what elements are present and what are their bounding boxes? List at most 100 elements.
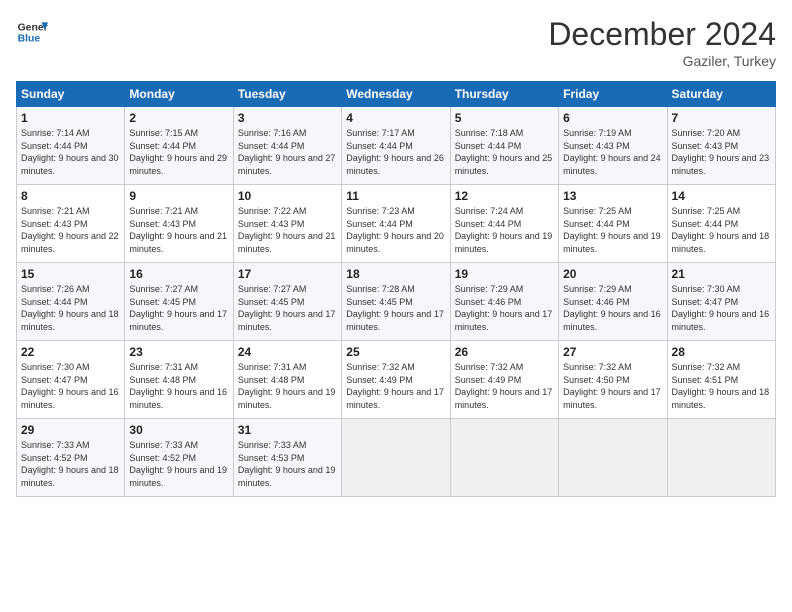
weekday-header-monday: Monday [125,82,233,107]
day-info: Sunrise: 7:24 AMSunset: 4:44 PMDaylight:… [455,206,553,254]
day-number: 31 [238,423,337,437]
calendar-cell: 7 Sunrise: 7:20 AMSunset: 4:43 PMDayligh… [667,107,775,185]
day-info: Sunrise: 7:14 AMSunset: 4:44 PMDaylight:… [21,128,119,176]
calendar-week-2: 8 Sunrise: 7:21 AMSunset: 4:43 PMDayligh… [17,185,776,263]
calendar-cell: 1 Sunrise: 7:14 AMSunset: 4:44 PMDayligh… [17,107,125,185]
calendar-cell: 10 Sunrise: 7:22 AMSunset: 4:43 PMDaylig… [233,185,341,263]
day-number: 12 [455,189,554,203]
day-info: Sunrise: 7:29 AMSunset: 4:46 PMDaylight:… [563,284,661,332]
day-number: 13 [563,189,662,203]
day-info: Sunrise: 7:33 AMSunset: 4:52 PMDaylight:… [129,440,227,488]
day-info: Sunrise: 7:18 AMSunset: 4:44 PMDaylight:… [455,128,553,176]
day-info: Sunrise: 7:25 AMSunset: 4:44 PMDaylight:… [672,206,770,254]
day-info: Sunrise: 7:29 AMSunset: 4:46 PMDaylight:… [455,284,553,332]
day-info: Sunrise: 7:23 AMSunset: 4:44 PMDaylight:… [346,206,444,254]
day-info: Sunrise: 7:31 AMSunset: 4:48 PMDaylight:… [129,362,227,410]
calendar-cell: 19 Sunrise: 7:29 AMSunset: 4:46 PMDaylig… [450,263,558,341]
day-number: 10 [238,189,337,203]
day-number: 29 [21,423,120,437]
day-info: Sunrise: 7:17 AMSunset: 4:44 PMDaylight:… [346,128,444,176]
day-number: 21 [672,267,771,281]
day-info: Sunrise: 7:25 AMSunset: 4:44 PMDaylight:… [563,206,661,254]
calendar-cell [450,419,558,497]
calendar-cell: 29 Sunrise: 7:33 AMSunset: 4:52 PMDaylig… [17,419,125,497]
day-info: Sunrise: 7:21 AMSunset: 4:43 PMDaylight:… [21,206,119,254]
day-number: 17 [238,267,337,281]
month-title: December 2024 [548,16,776,53]
weekday-header-saturday: Saturday [667,82,775,107]
calendar-cell [342,419,450,497]
day-number: 19 [455,267,554,281]
weekday-header-sunday: Sunday [17,82,125,107]
day-number: 1 [21,111,120,125]
calendar-cell: 15 Sunrise: 7:26 AMSunset: 4:44 PMDaylig… [17,263,125,341]
calendar-cell: 31 Sunrise: 7:33 AMSunset: 4:53 PMDaylig… [233,419,341,497]
day-info: Sunrise: 7:15 AMSunset: 4:44 PMDaylight:… [129,128,227,176]
day-info: Sunrise: 7:20 AMSunset: 4:43 PMDaylight:… [672,128,770,176]
calendar-week-5: 29 Sunrise: 7:33 AMSunset: 4:52 PMDaylig… [17,419,776,497]
day-info: Sunrise: 7:22 AMSunset: 4:43 PMDaylight:… [238,206,336,254]
calendar-cell [559,419,667,497]
title-block: December 2024 Gaziler, Turkey [548,16,776,69]
calendar-cell: 24 Sunrise: 7:31 AMSunset: 4:48 PMDaylig… [233,341,341,419]
day-number: 24 [238,345,337,359]
day-number: 2 [129,111,228,125]
day-info: Sunrise: 7:30 AMSunset: 4:47 PMDaylight:… [21,362,119,410]
day-number: 14 [672,189,771,203]
day-number: 4 [346,111,445,125]
calendar-cell: 16 Sunrise: 7:27 AMSunset: 4:45 PMDaylig… [125,263,233,341]
day-number: 5 [455,111,554,125]
calendar-cell: 12 Sunrise: 7:24 AMSunset: 4:44 PMDaylig… [450,185,558,263]
calendar-cell: 2 Sunrise: 7:15 AMSunset: 4:44 PMDayligh… [125,107,233,185]
calendar-header-row: SundayMondayTuesdayWednesdayThursdayFrid… [17,82,776,107]
calendar-cell: 9 Sunrise: 7:21 AMSunset: 4:43 PMDayligh… [125,185,233,263]
day-number: 20 [563,267,662,281]
calendar-cell: 30 Sunrise: 7:33 AMSunset: 4:52 PMDaylig… [125,419,233,497]
day-number: 28 [672,345,771,359]
calendar-body: 1 Sunrise: 7:14 AMSunset: 4:44 PMDayligh… [17,107,776,497]
calendar-week-3: 15 Sunrise: 7:26 AMSunset: 4:44 PMDaylig… [17,263,776,341]
day-info: Sunrise: 7:27 AMSunset: 4:45 PMDaylight:… [238,284,336,332]
calendar-cell: 21 Sunrise: 7:30 AMSunset: 4:47 PMDaylig… [667,263,775,341]
day-number: 15 [21,267,120,281]
page-container: General Blue December 2024 Gaziler, Turk… [0,0,792,505]
weekday-header-thursday: Thursday [450,82,558,107]
calendar-week-1: 1 Sunrise: 7:14 AMSunset: 4:44 PMDayligh… [17,107,776,185]
day-info: Sunrise: 7:30 AMSunset: 4:47 PMDaylight:… [672,284,770,332]
calendar-cell: 22 Sunrise: 7:30 AMSunset: 4:47 PMDaylig… [17,341,125,419]
day-info: Sunrise: 7:21 AMSunset: 4:43 PMDaylight:… [129,206,227,254]
day-info: Sunrise: 7:27 AMSunset: 4:45 PMDaylight:… [129,284,227,332]
day-number: 22 [21,345,120,359]
weekday-header-wednesday: Wednesday [342,82,450,107]
day-number: 27 [563,345,662,359]
day-info: Sunrise: 7:31 AMSunset: 4:48 PMDaylight:… [238,362,336,410]
subtitle: Gaziler, Turkey [548,53,776,69]
calendar-cell: 26 Sunrise: 7:32 AMSunset: 4:49 PMDaylig… [450,341,558,419]
logo-icon: General Blue [16,16,48,48]
weekday-header-friday: Friday [559,82,667,107]
day-number: 26 [455,345,554,359]
calendar-cell: 20 Sunrise: 7:29 AMSunset: 4:46 PMDaylig… [559,263,667,341]
day-number: 16 [129,267,228,281]
day-number: 8 [21,189,120,203]
day-number: 11 [346,189,445,203]
calendar-cell: 5 Sunrise: 7:18 AMSunset: 4:44 PMDayligh… [450,107,558,185]
day-number: 7 [672,111,771,125]
day-number: 3 [238,111,337,125]
calendar-cell: 27 Sunrise: 7:32 AMSunset: 4:50 PMDaylig… [559,341,667,419]
calendar-cell: 17 Sunrise: 7:27 AMSunset: 4:45 PMDaylig… [233,263,341,341]
day-number: 6 [563,111,662,125]
calendar-cell: 18 Sunrise: 7:28 AMSunset: 4:45 PMDaylig… [342,263,450,341]
calendar-cell: 11 Sunrise: 7:23 AMSunset: 4:44 PMDaylig… [342,185,450,263]
calendar-cell: 3 Sunrise: 7:16 AMSunset: 4:44 PMDayligh… [233,107,341,185]
day-info: Sunrise: 7:19 AMSunset: 4:43 PMDaylight:… [563,128,661,176]
day-info: Sunrise: 7:28 AMSunset: 4:45 PMDaylight:… [346,284,444,332]
calendar-cell: 6 Sunrise: 7:19 AMSunset: 4:43 PMDayligh… [559,107,667,185]
weekday-header-tuesday: Tuesday [233,82,341,107]
calendar-cell: 23 Sunrise: 7:31 AMSunset: 4:48 PMDaylig… [125,341,233,419]
logo: General Blue [16,16,48,48]
day-info: Sunrise: 7:32 AMSunset: 4:49 PMDaylight:… [346,362,444,410]
day-number: 9 [129,189,228,203]
day-info: Sunrise: 7:32 AMSunset: 4:51 PMDaylight:… [672,362,770,410]
calendar-cell: 8 Sunrise: 7:21 AMSunset: 4:43 PMDayligh… [17,185,125,263]
